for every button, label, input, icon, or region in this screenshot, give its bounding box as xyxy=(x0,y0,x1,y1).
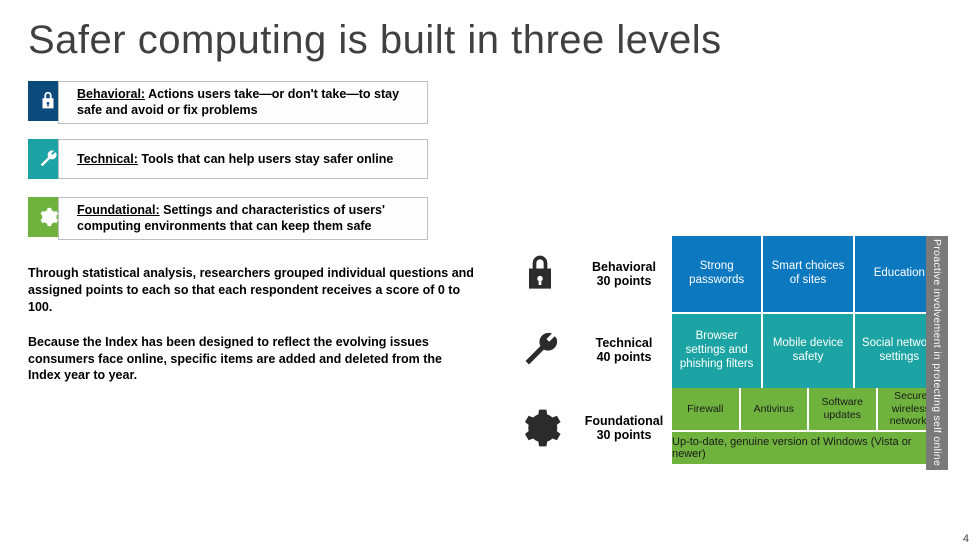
wrench-icon xyxy=(504,312,576,388)
cell: Mobile device safety xyxy=(761,314,852,388)
legend-label: Technical: xyxy=(77,152,138,166)
legend: Behavioral: Actions users take—or don't … xyxy=(28,77,496,241)
legend-text-behavioral: Behavioral: Actions users take—or don't … xyxy=(58,81,428,124)
grid-row-behavioral: Behavioral 30 points Strong passwords Sm… xyxy=(504,236,944,312)
row-label: Technical 40 points xyxy=(576,312,672,388)
row-cells: Firewall Antivirus Software updates Secu… xyxy=(672,388,944,468)
grid-area: Behavioral 30 points Strong passwords Sm… xyxy=(504,236,944,468)
row-cells: Browser settings and phishing filters Mo… xyxy=(672,312,944,388)
row-cells: Strong passwords Smart choices of sites … xyxy=(672,236,944,312)
paragraph-1: Through statistical analysis, researcher… xyxy=(28,265,478,316)
page-number: 4 xyxy=(963,533,969,545)
legend-label: Foundational: xyxy=(77,203,160,217)
row-name: Foundational xyxy=(585,414,663,428)
lock-icon xyxy=(504,236,576,312)
content: Behavioral: Actions users take—or don't … xyxy=(28,77,951,384)
legend-text-technical: Technical: Tools that can help users sta… xyxy=(58,139,428,179)
legend-item-foundational: Foundational: Settings and characteristi… xyxy=(28,193,496,241)
sidebar-label: Proactive involvement in protecting self… xyxy=(926,236,948,470)
grid-row-technical: Technical 40 points Browser settings and… xyxy=(504,312,944,388)
row-points: 30 points xyxy=(597,274,652,288)
cell: Antivirus xyxy=(739,388,808,430)
legend-text-foundational: Foundational: Settings and characteristi… xyxy=(58,197,428,240)
paragraph-2: Because the Index has been designed to r… xyxy=(28,334,478,385)
gear-icon xyxy=(504,388,576,468)
legend-item-behavioral: Behavioral: Actions users take—or don't … xyxy=(28,77,496,125)
cell: Software updates xyxy=(807,388,876,430)
cell-wide: Up-to-date, genuine version of Windows (… xyxy=(672,430,944,464)
cell: Firewall xyxy=(672,388,739,430)
row-label: Behavioral 30 points xyxy=(576,236,672,312)
legend-desc: Tools that can help users stay safer onl… xyxy=(141,152,393,166)
cell: Browser settings and phishing filters xyxy=(672,314,761,388)
grid-row-foundational: Foundational 30 points Firewall Antiviru… xyxy=(504,388,944,468)
row-label: Foundational 30 points xyxy=(576,388,672,468)
legend-label: Behavioral: xyxy=(77,87,145,101)
row-points: 30 points xyxy=(597,428,652,442)
row-name: Behavioral xyxy=(592,260,656,274)
points-grid: Behavioral 30 points Strong passwords Sm… xyxy=(504,236,944,468)
legend-item-technical: Technical: Tools that can help users sta… xyxy=(28,135,496,183)
left-column: Behavioral: Actions users take—or don't … xyxy=(28,77,496,384)
page-title: Safer computing is built in three levels xyxy=(28,18,951,63)
row-name: Technical xyxy=(596,336,653,350)
cell: Smart choices of sites xyxy=(761,236,852,312)
cell: Strong passwords xyxy=(672,236,761,312)
row-points: 40 points xyxy=(597,350,652,364)
slide: Safer computing is built in three levels… xyxy=(0,0,979,551)
